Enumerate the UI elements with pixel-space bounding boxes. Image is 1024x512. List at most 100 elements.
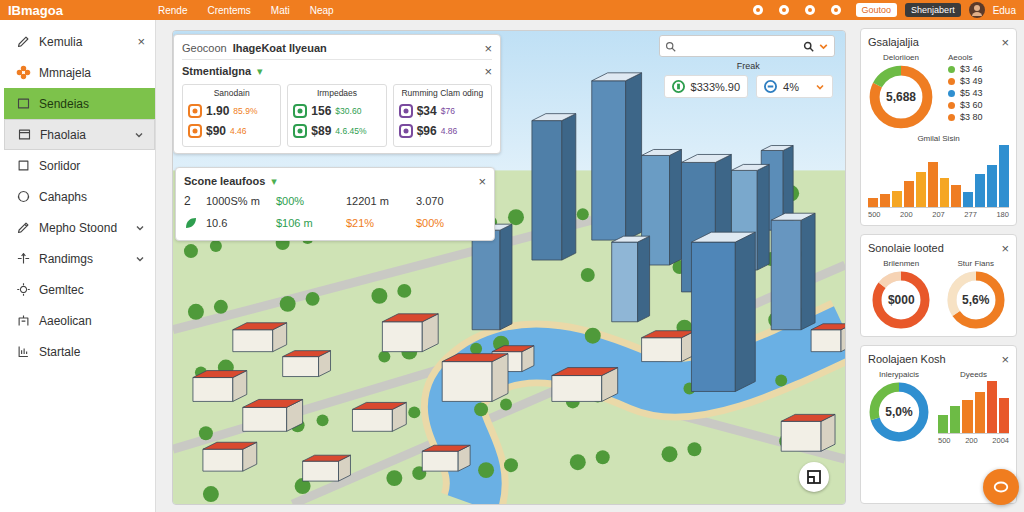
sidebar-item-icon — [16, 282, 31, 297]
kpi-card[interactable]: Irmpedaes 156 $30.60 $89 4.6.45% — [287, 84, 386, 147]
caret[interactable]: ▾ — [271, 175, 277, 188]
top-button[interactable]: Shenjabert — [905, 3, 961, 17]
bar[interactable] — [975, 392, 985, 433]
top-button[interactable]: Goutoo — [856, 3, 898, 17]
section-header[interactable]: Stmentialgna ▾ × — [182, 59, 492, 80]
search-icon — [665, 41, 676, 52]
bar[interactable] — [987, 381, 997, 433]
score-row[interactable]: 10.6$106 m$21%$00% — [184, 212, 486, 234]
score-cell: 12201 m — [346, 195, 416, 207]
house-building — [811, 324, 845, 352]
top-bar: IBmagoa Rende Crentems Mati Neap Goutoo Shen… — [0, 0, 1024, 20]
caret[interactable]: ▾ — [257, 65, 263, 78]
search-icon[interactable] — [803, 41, 814, 52]
toolbar-icon[interactable] — [830, 4, 842, 16]
tree — [508, 209, 524, 225]
toolbar-icon[interactable] — [752, 4, 764, 16]
search-input[interactable] — [680, 40, 799, 53]
chevron-down-icon[interactable] — [815, 82, 825, 92]
kpi-row: $96 4.86 — [399, 121, 486, 141]
sidebar-label: Randimgs — [39, 252, 127, 266]
map-layer-button[interactable] — [799, 462, 829, 492]
tree — [775, 375, 787, 387]
bar[interactable] — [999, 398, 1009, 433]
chevron-down-icon[interactable] — [818, 41, 829, 52]
legend-dot — [948, 114, 955, 121]
bar[interactable] — [975, 174, 985, 207]
sidebar-item[interactable]: Cahaphs — [4, 181, 155, 212]
sidebar-item[interactable]: Startale — [4, 336, 155, 367]
sidebar-item[interactable]: Fhaolaia — [4, 119, 155, 150]
bar[interactable] — [940, 178, 950, 207]
map-search[interactable] — [659, 35, 835, 57]
sidebar-item-icon — [16, 251, 31, 266]
tree — [408, 406, 420, 418]
sidebar-item[interactable]: Mmnajela — [4, 57, 155, 88]
bar[interactable] — [963, 192, 973, 207]
bar-chart: Gmilal Sisin 500200207277180 — [868, 134, 1009, 219]
toolbar-icon[interactable] — [778, 4, 790, 16]
fab-button[interactable] — [983, 469, 1019, 505]
bar[interactable] — [951, 185, 961, 207]
avatar-icon[interactable] — [969, 2, 985, 18]
sidebar-item[interactable]: Kemulia × — [4, 26, 155, 57]
kpi-card[interactable]: Rumming Clam oding $34 $76 $96 4.86 — [393, 84, 492, 147]
sidebar-item[interactable]: Gemltec — [4, 274, 155, 305]
close-button[interactable]: × — [484, 42, 492, 55]
bar[interactable] — [892, 191, 902, 207]
bar[interactable] — [904, 181, 914, 207]
top-actions: Goutoo Shenjabert Edua — [752, 2, 1016, 18]
sidebar-item-icon — [16, 189, 31, 204]
kpi-card[interactable]: Sanodain 1.90 85.9% $90 4.46 — [182, 84, 281, 147]
tree — [596, 450, 610, 464]
sidebar-item[interactable]: Sorlidor — [4, 150, 155, 181]
close-button[interactable]: × — [137, 35, 145, 48]
close-button[interactable]: × — [478, 175, 486, 188]
donut-value: 5,6% — [946, 270, 1006, 330]
sidebar-item[interactable]: Randimgs — [4, 243, 155, 274]
score-row[interactable]: 2 1000S% m$00%12201 m3.070 — [184, 190, 486, 212]
bar[interactable] — [928, 162, 938, 207]
map-view[interactable]: Geocoon IhageKoat Ilyeuan × Stmentialgna… — [172, 30, 846, 505]
metric-chip[interactable]: $333%.90 — [664, 75, 749, 98]
bar[interactable] — [962, 400, 972, 433]
tree — [199, 426, 213, 440]
sidebar-label: Cahaphs — [39, 190, 145, 204]
bar[interactable] — [987, 165, 997, 207]
close-button[interactable]: × — [1001, 353, 1009, 366]
donut-block: Stur Fians 5,6% — [946, 259, 1006, 330]
close-button[interactable]: × — [1001, 36, 1009, 49]
sidebar-item[interactable]: Aaeolican — [4, 305, 155, 336]
close-button[interactable]: × — [1001, 242, 1009, 255]
legend-item: $3 46 — [948, 64, 1009, 74]
legend-item: $5 43 — [948, 88, 1009, 98]
menu-item[interactable]: Crentems — [207, 5, 250, 16]
chevron-down-icon — [135, 254, 145, 264]
sidebar-item[interactable]: Mepho Stoond — [4, 212, 155, 243]
menu-item[interactable]: Neap — [310, 5, 334, 16]
toolbar-icon[interactable] — [804, 4, 816, 16]
legend-dot — [948, 102, 955, 109]
user-name[interactable]: Edua — [993, 5, 1016, 16]
axis-tick: 277 — [964, 210, 977, 219]
close-button[interactable]: × — [484, 65, 492, 78]
kpi-icon — [399, 104, 413, 118]
tree — [585, 328, 601, 344]
bar[interactable] — [916, 172, 926, 207]
bar-chart: Dyeeds 5002002004 — [938, 370, 1009, 445]
app: IBmagoa Rende Crentems Mati Neap Goutoo Shen… — [0, 0, 1024, 512]
sidebar-item[interactable]: Sendeias — [4, 88, 155, 119]
house-building — [352, 402, 406, 431]
bar[interactable] — [880, 194, 890, 207]
tree — [500, 398, 512, 410]
menu-item[interactable]: Rende — [158, 5, 187, 16]
bar[interactable] — [999, 145, 1009, 207]
bar[interactable] — [938, 415, 948, 433]
bar[interactable] — [868, 198, 878, 207]
logo[interactable]: IBmagoa — [8, 3, 158, 18]
card-header: Gsalajaljia × — [868, 34, 1009, 50]
metric-chip[interactable]: 4% — [756, 75, 833, 98]
menu-item[interactable]: Mati — [271, 5, 290, 16]
bar[interactable] — [950, 406, 960, 433]
scores-panel: Scone Ieaufoos ▾ × 2 1000S% m$00%12201 m… — [175, 167, 495, 241]
